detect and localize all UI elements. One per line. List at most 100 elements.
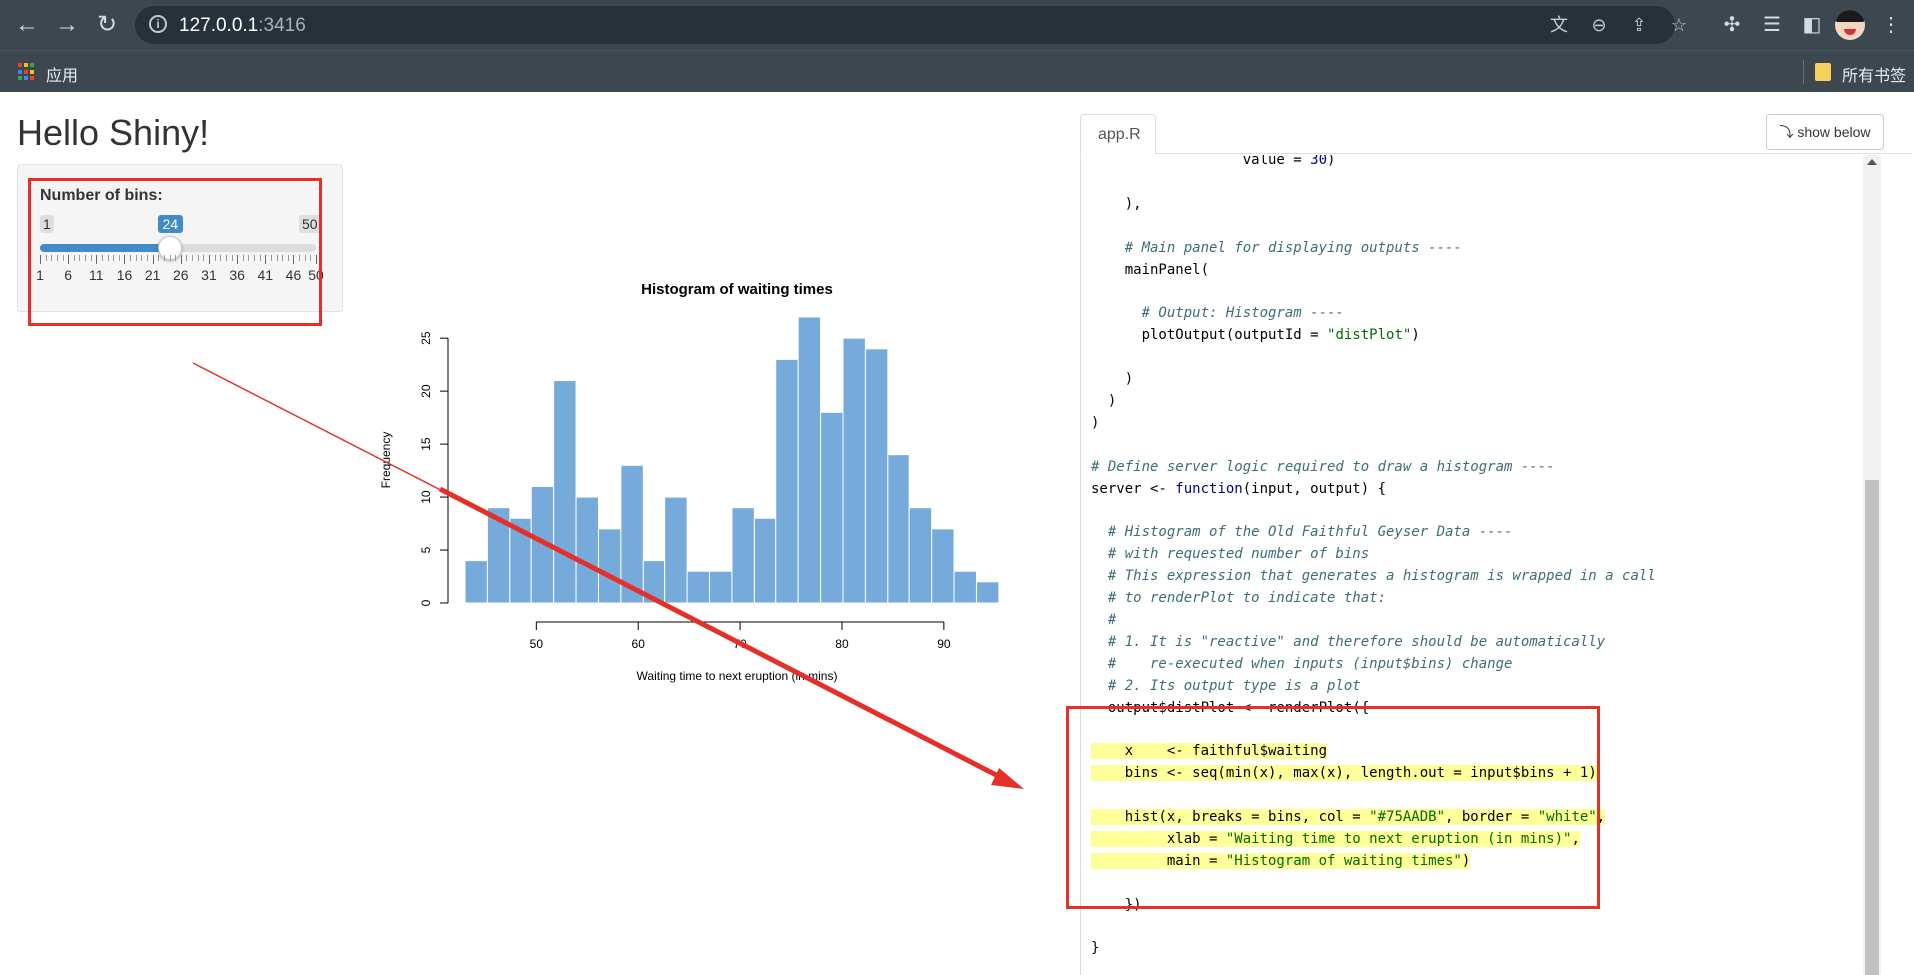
apps-grid-dot [18,76,22,81]
code-line: # [1091,609,1116,631]
folder-icon [1815,63,1831,81]
histogram-bar [709,570,733,604]
code-line: } [1091,937,1099,959]
code-line-text: ) [1091,371,1133,387]
code-line: # Define server logic required to draw a… [1091,456,1555,478]
code-line-text: # Define server logic required to draw a… [1091,459,1555,475]
reading-list-icon[interactable]: ☰ [1757,10,1787,40]
y-tick-label: 5 [419,546,433,553]
code-scroll-thumb[interactable] [1865,480,1879,975]
code-line-text: } [1091,940,1099,956]
x-axis-label: Waiting time to next eruption (in mins) [637,669,838,683]
side-panel-icon[interactable]: ◧ [1797,10,1827,40]
code-line: # Main panel for displaying outputs ---- [1091,237,1462,259]
code-line-text: # [1091,612,1116,628]
x-tick-label: 80 [835,637,849,651]
apps-grid-dot [24,76,28,81]
translate-icon[interactable]: 文 [1546,12,1572,38]
apps-grid-dot [18,69,22,74]
code-line: value = 30) [1091,155,1336,171]
code-line-text: ) [1091,415,1099,431]
extensions-icon[interactable]: ✣ [1717,10,1747,40]
zoom-icon[interactable]: ⊖ [1586,12,1612,38]
y-tick-label: 15 [419,437,433,451]
code-line-text: # re-executed when inputs (input$bins) c… [1091,655,1513,672]
tab-app-r[interactable]: app.R [1080,114,1156,155]
profile-avatar[interactable] [1835,10,1865,40]
histogram-plot: Histogram of waiting times 0 5 10 15 20 25 Freq… [360,182,1040,702]
histogram-bar [864,348,889,604]
apps-grid-dot [30,63,34,67]
code-token: # This expression that generates a histo… [1091,568,1656,585]
code-line: # This expression that generates a histo… [1091,565,1656,587]
code-line-text: server <- function(input, output) { [1091,481,1386,497]
code-tab-bar: app.R ⤵ show below [1080,114,1912,155]
code-token: # Main panel for displaying outputs ---- [1091,239,1462,256]
code-line-text: # 1. It is "reactive" and therefore shou… [1091,634,1605,650]
apps-grid-dot [30,69,34,74]
menu-kebab-icon[interactable]: ⋮ [1876,10,1906,40]
code-token: mainPanel( [1091,261,1210,278]
code-line-text: # This expression that generates a histo… [1091,568,1656,584]
apps-grid-dot [24,69,28,74]
histogram-bar [842,337,866,604]
code-token: # re-executed when inputs (input$bins) c… [1091,655,1513,672]
code-token: plotOutput(outputId = [1091,327,1328,344]
show-below-button[interactable]: ⤵ show below [1766,114,1884,150]
y-tick-label: 10 [419,490,433,504]
bookmark-apps[interactable]: 应用 [46,62,78,86]
histogram-bar [553,380,577,604]
code-token: # Histogram of the Old Faithful Geyser D… [1091,524,1513,541]
histogram-bar [597,528,622,604]
code-token: ) [1091,414,1100,431]
code-line: # Output: Histogram ---- [1091,302,1344,324]
scroll-up-arrow-icon[interactable] [1867,159,1877,165]
histogram-bar [664,496,688,604]
x-tick-label: 70 [733,637,747,651]
apps-grid-icon[interactable] [18,63,36,81]
x-tick-label: 60 [632,637,646,651]
apps-grid-dot [24,63,28,67]
code-token: } [1091,940,1100,957]
histogram-bar [509,517,532,604]
share-icon[interactable]: ⇪ [1626,12,1652,38]
y-tick-label: 25 [419,331,433,345]
histogram-bar [530,485,555,604]
histogram-bar [753,517,777,604]
code-line-text: # to renderPlot to indicate that: [1091,590,1386,606]
histogram-bar [797,316,822,604]
code-token: # [1091,611,1117,628]
code-token: # 1. It is "reactive" and therefore shou… [1091,633,1606,650]
histogram-bar [486,507,511,604]
histogram-bar [887,454,910,604]
code-line-text: # Histogram of the Old Faithful Geyser D… [1091,524,1513,541]
histogram-svg: Histogram of waiting times 0 5 10 15 20 25 Freq… [379,281,1000,683]
forward-arrow-icon[interactable]: → [52,10,82,40]
code-token: "distPlot" [1327,327,1412,344]
x-tick-label: 50 [530,637,544,651]
reload-icon[interactable]: ↻ [92,10,122,40]
back-arrow-icon[interactable]: ← [12,10,42,40]
code-token: # to renderPlot to indicate that: [1091,590,1387,606]
code-line: # to renderPlot to indicate that: [1091,587,1386,609]
histogram-bar [931,528,955,604]
histogram-bar [820,411,844,604]
histogram-bar [731,507,755,604]
code-token: # with requested number of bins [1091,546,1370,563]
bookmark-star-icon[interactable]: ☆ [1666,12,1692,38]
bookmark-all[interactable]: 所有书签 [1842,62,1906,86]
code-line-text: # Main panel for displaying outputs ---- [1091,240,1462,256]
code-line: # with requested number of bins [1091,543,1369,565]
apps-grid-dot [30,76,34,81]
address-bar[interactable]: i 127.0.0.1:3416 文 ⊖ ⇪ ☆ [135,6,1687,44]
code-line: # Histogram of the Old Faithful Geyser D… [1091,521,1513,543]
code-line: # 2. Its output type is a plot [1091,675,1361,697]
code-line-text: ) [1091,393,1116,409]
site-info-icon[interactable]: i [149,15,167,33]
histogram-bar [464,560,488,604]
code-token: ), [1091,195,1142,212]
histogram-bar [575,496,599,604]
code-token: value = [1091,155,1311,168]
histogram-bar [908,507,933,604]
apps-grid-dot [18,63,22,67]
